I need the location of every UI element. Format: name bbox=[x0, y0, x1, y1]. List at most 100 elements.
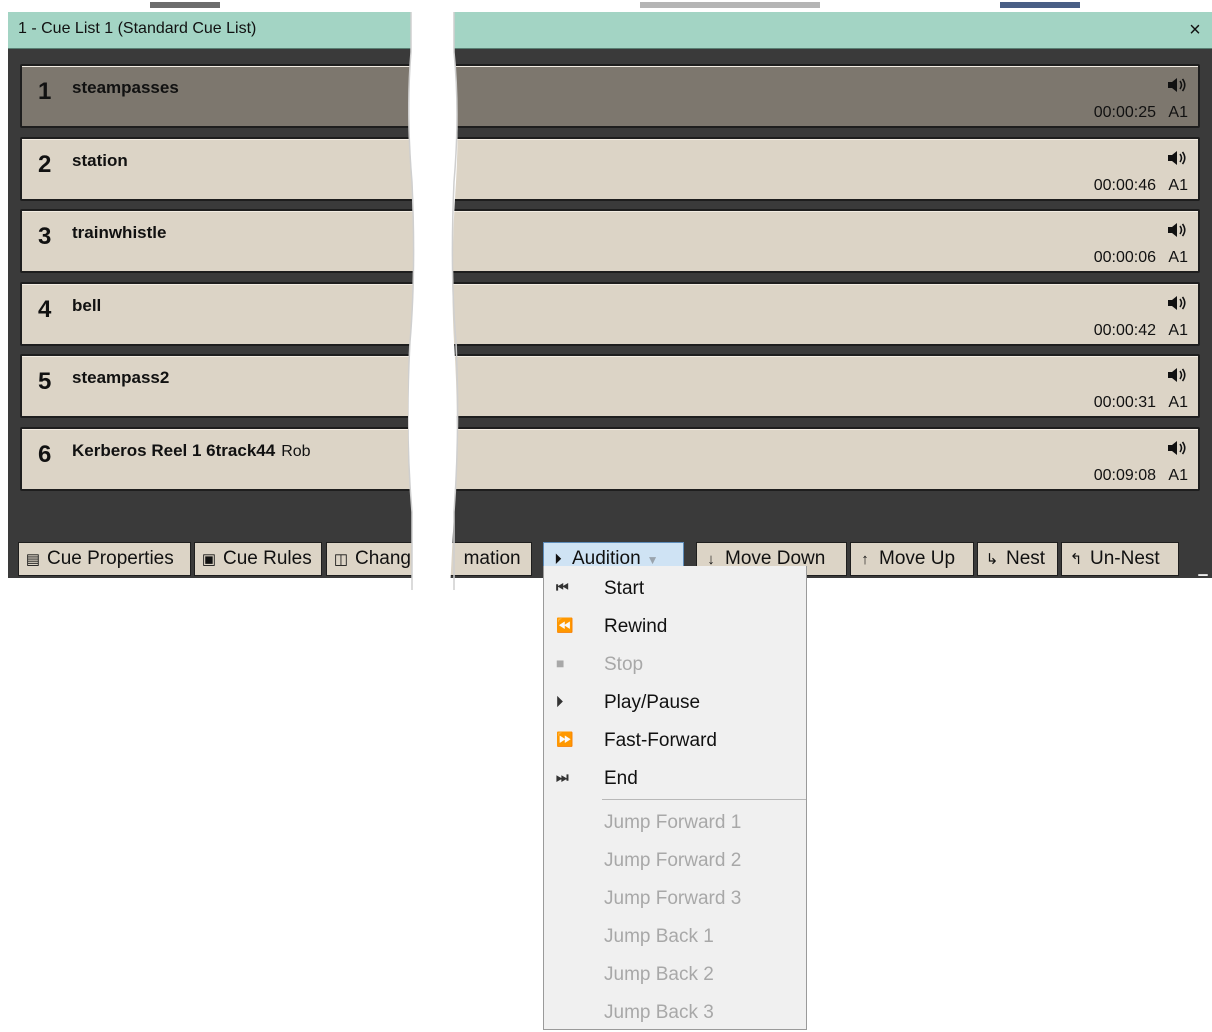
cue-row[interactable]: 4 bell 00:00:42 A1 bbox=[20, 281, 1200, 346]
speaker-icon bbox=[1166, 439, 1188, 457]
move-up-button[interactable]: ↑ Move Up bbox=[850, 542, 974, 576]
chevron-down-icon: ▼ bbox=[646, 553, 659, 567]
menu-item-label: Jump Back 2 bbox=[604, 964, 714, 985]
menu-item-label: Jump Forward 3 bbox=[604, 888, 742, 909]
cue-name-text: bell bbox=[72, 295, 102, 315]
menu-item-label: Start bbox=[604, 578, 645, 599]
menu-item-label: Jump Forward 1 bbox=[604, 812, 742, 833]
speaker-icon bbox=[1166, 76, 1188, 94]
menu-item-jump-back-2[interactable]: Jump Back 2 bbox=[544, 956, 806, 994]
cue-properties-label: Cue Properties bbox=[47, 548, 174, 569]
cue-output: A1 bbox=[1168, 104, 1188, 121]
cue-output: A1 bbox=[1168, 394, 1188, 411]
nest-button[interactable]: ↳ Nest bbox=[977, 542, 1058, 576]
title-bar[interactable]: 1 - Cue List 1 (Standard Cue List) × bbox=[8, 12, 1212, 49]
background-strip bbox=[0, 0, 1212, 10]
cue-output: A1 bbox=[1168, 249, 1188, 266]
change-automation-button[interactable]: ◫ Change mation bbox=[326, 542, 532, 576]
cue-number: 5 bbox=[38, 368, 52, 395]
menu-item-start[interactable]: ⏮ Start bbox=[544, 570, 806, 608]
menu-separator bbox=[602, 799, 806, 800]
move-up-label: Move Up bbox=[879, 548, 956, 569]
change-automation-label-left: Change bbox=[355, 548, 422, 569]
cue-output: A1 bbox=[1168, 466, 1188, 484]
cue-duration: 00:00:42 bbox=[1093, 321, 1156, 339]
un-nest-button[interactable]: ↰ Un-Nest bbox=[1061, 542, 1179, 576]
menu-item-jump-back-3[interactable]: Jump Back 3 bbox=[544, 994, 806, 1032]
properties-icon: ▤ bbox=[25, 551, 41, 568]
cue-name: bell bbox=[72, 296, 107, 316]
menu-item-fast-forward[interactable]: ⏩ Fast-Forward bbox=[544, 722, 806, 760]
menu-item-label: Play/Pause bbox=[604, 692, 701, 713]
cue-rules-label: Cue Rules bbox=[223, 548, 312, 569]
cue-name-text: trainwhistle bbox=[72, 223, 167, 242]
speaker-icon bbox=[1166, 366, 1188, 384]
change-automation-label-right: mation bbox=[463, 548, 521, 569]
nest-icon: ↳ bbox=[985, 551, 999, 568]
cue-duration: 00:00:25 bbox=[1093, 104, 1156, 121]
cue-name-text: steampass2 bbox=[72, 368, 170, 387]
cue-row[interactable]: 6 Kerberos Reel 1 6track44 Rob 00:09:08 A1 bbox=[20, 426, 1200, 491]
cue-duration: 00:00:06 bbox=[1093, 249, 1156, 266]
menu-item-label: Rewind bbox=[604, 616, 668, 637]
close-button[interactable]: × bbox=[1182, 17, 1208, 43]
speaker-icon bbox=[1166, 149, 1188, 167]
cue-name-text: station bbox=[72, 150, 128, 170]
nest-label: Nest bbox=[1006, 548, 1046, 569]
cue-name: steampass2 bbox=[72, 368, 175, 388]
cue-duration: 00:00:31 bbox=[1093, 394, 1156, 411]
cue-row[interactable]: 5 steampass2 00:00:31 A1 bbox=[20, 354, 1200, 418]
cue-number: 4 bbox=[38, 295, 52, 323]
cue-number: 6 bbox=[38, 440, 52, 468]
menu-item-label: End bbox=[604, 768, 638, 789]
skip-to-start-icon: ⏮ bbox=[556, 579, 569, 595]
cue-duration: 00:09:08 bbox=[1093, 466, 1156, 484]
menu-item-jump-back-1[interactable]: Jump Back 1 bbox=[544, 918, 806, 956]
menu-item-rewind[interactable]: ⏪ Rewind bbox=[544, 608, 806, 646]
stop-icon: ■ bbox=[556, 655, 565, 671]
cue-name: Kerberos Reel 1 6track44 Rob bbox=[72, 441, 311, 461]
un-nest-icon: ↰ bbox=[1069, 551, 1083, 568]
menu-item-jump-forward-3[interactable]: Jump Forward 3 bbox=[544, 880, 806, 918]
automation-icon: ◫ bbox=[333, 551, 349, 568]
cue-properties-button[interactable]: ▤ Cue Properties bbox=[18, 542, 191, 576]
skip-to-end-icon: ⏭ bbox=[556, 769, 569, 785]
toolbar-overflow-icon[interactable]: ▁ bbox=[1196, 562, 1210, 576]
audition-menu: ⏮ Start ⏪ Rewind ■ Stop ⏵ Play/Pause ⏩ Fast-Forwa… bbox=[543, 566, 807, 1030]
background-fragment bbox=[640, 2, 820, 8]
menu-item-label: Jump Forward 2 bbox=[604, 850, 742, 871]
menu-item-play-pause[interactable]: ⏵ Play/Pause bbox=[544, 684, 806, 722]
cue-duration: 00:00:46 bbox=[1093, 176, 1156, 194]
cue-name-extra: Rob bbox=[281, 442, 311, 460]
menu-item-end[interactable]: ⏭ End bbox=[544, 760, 806, 798]
cue-rules-button[interactable]: ▣ Cue Rules bbox=[194, 542, 322, 576]
cue-list-window: 1 - Cue List 1 (Standard Cue List) × 1 st… bbox=[8, 12, 1212, 590]
speaker-icon bbox=[1166, 294, 1188, 312]
menu-item-label: Jump Back 1 bbox=[604, 926, 714, 947]
menu-item-label: Fast-Forward bbox=[604, 730, 717, 751]
cue-row[interactable]: 2 station 00:00:46 A1 bbox=[20, 136, 1200, 201]
cue-name: trainwhistle bbox=[72, 223, 172, 243]
speaker-icon bbox=[1166, 221, 1188, 239]
cue-name-text: Kerberos Reel 1 6track44 bbox=[72, 440, 276, 460]
play-pause-icon: ⏵ bbox=[556, 693, 563, 709]
rewind-icon: ⏪ bbox=[556, 617, 574, 633]
cue-name: station bbox=[72, 151, 134, 171]
menu-item-jump-forward-1[interactable]: Jump Forward 1 bbox=[544, 804, 806, 842]
menu-item-label: Stop bbox=[604, 654, 644, 675]
cue-output: A1 bbox=[1168, 321, 1188, 339]
background-fragment bbox=[150, 2, 220, 8]
cue-number: 1 bbox=[38, 78, 52, 105]
menu-item-jump-forward-2[interactable]: Jump Forward 2 bbox=[544, 842, 806, 880]
un-nest-label: Un-Nest bbox=[1090, 548, 1160, 569]
background-fragment bbox=[1000, 2, 1080, 8]
fast-forward-icon: ⏩ bbox=[556, 731, 574, 747]
window-title: 1 - Cue List 1 (Standard Cue List) bbox=[18, 20, 257, 37]
rules-icon: ▣ bbox=[201, 551, 217, 568]
cue-row[interactable]: 3 trainwhistle 00:00:06 A1 bbox=[20, 209, 1200, 273]
cue-output: A1 bbox=[1168, 176, 1188, 194]
cue-row[interactable]: 1 steampasses 00:00:25 A1 bbox=[20, 64, 1200, 128]
cue-name-text: steampasses bbox=[72, 78, 179, 97]
menu-item-label: Jump Back 3 bbox=[604, 1002, 714, 1023]
menu-item-stop[interactable]: ■ Stop bbox=[544, 646, 806, 684]
